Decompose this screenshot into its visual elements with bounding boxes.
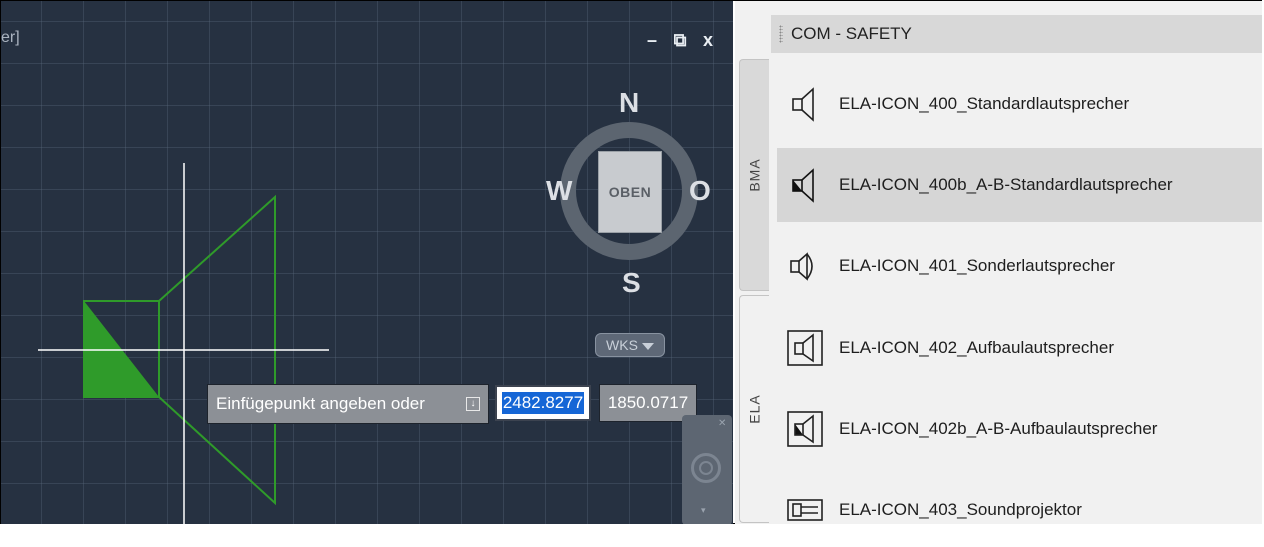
compass-east-label[interactable]: O [689,175,711,207]
compass-south-label[interactable]: S [622,267,641,299]
palette-header[interactable]: COM - SAFETY [771,15,1262,53]
speaker-block-filled-triangle [84,301,159,397]
tool-palette: COM - SAFETY BMA ELA ELA-ICON_400_Standa… [735,1,1262,524]
tab-ela[interactable]: ELA [739,295,769,523]
tab-bma-label: BMA [746,158,763,192]
x-coordinate-value: 2482.8277 [501,392,585,414]
palette-item[interactable]: ELA-ICON_400_Standardlautsprecher [777,67,1262,141]
sound-projector-icon [785,490,825,530]
chevron-down-icon [641,342,654,350]
palette-item-label: ELA-ICON_402_Aufbaulautsprecher [839,338,1114,357]
viewcube-face[interactable]: OBEN [598,151,662,233]
caret-down-icon[interactable]: ▾ [701,505,706,516]
palette-item[interactable]: ELA-ICON_402b_A-B-Aufbaulautsprecher [777,392,1262,466]
speaker-ab-icon [785,165,825,205]
tab-ela-label: ELA [746,394,763,424]
ucs-menu-label: WKS [606,337,638,353]
palette-item[interactable]: ELA-ICON_402_Aufbaulautsprecher [777,311,1262,385]
tab-bma[interactable]: BMA [739,59,769,291]
dynamic-input-prompt: Einfügepunkt angeben oder ↓ [207,384,489,424]
palette-item-label: ELA-ICON_403_Soundprojektor [839,500,1082,519]
palette-item[interactable]: ELA-ICON_400b_A-B-Standardlautsprecher [777,148,1262,222]
steering-wheel-icon[interactable] [691,453,721,483]
speaker-icon [785,84,825,124]
navigation-bar-close-icon[interactable]: ✕ [718,418,726,429]
palette-item-label: ELA-ICON_402b_A-B-Aufbaulautsprecher [839,419,1158,438]
palette-item-label: ELA-ICON_400_Standardlautsprecher [839,94,1130,113]
palette-item[interactable]: ELA-ICON_403_Soundprojektor [777,473,1262,547]
palette-item[interactable]: ELA-ICON_401_Sonderlautsprecher [777,229,1262,303]
palette-item-label: ELA-ICON_401_Sonderlautsprecher [839,256,1115,275]
palette-item-label: ELA-ICON_400b_A-B-Standardlautsprecher [839,175,1173,194]
grip-handle-icon[interactable] [779,25,783,43]
ucs-menu-button[interactable]: WKS [595,333,665,357]
arrow-down-icon[interactable]: ↓ [466,397,480,411]
viewcube-face-label: OBEN [608,184,652,200]
compass-north-label[interactable]: N [619,87,639,119]
x-coordinate-input[interactable]: 2482.8277 [495,385,591,421]
dynamic-input-prompt-text: Einfügepunkt angeben oder [216,394,425,413]
drawing-area[interactable]: er] – ⧉ x N S O W OBEN WKS Einfügepunkt … [1,1,733,524]
surface-speaker-ab-icon [785,409,825,449]
palette-title: COM - SAFETY [791,24,912,43]
compass-west-label[interactable]: W [546,175,572,207]
cad-drawing [38,122,698,524]
surface-speaker-icon [785,328,825,368]
special-speaker-icon [785,246,825,286]
